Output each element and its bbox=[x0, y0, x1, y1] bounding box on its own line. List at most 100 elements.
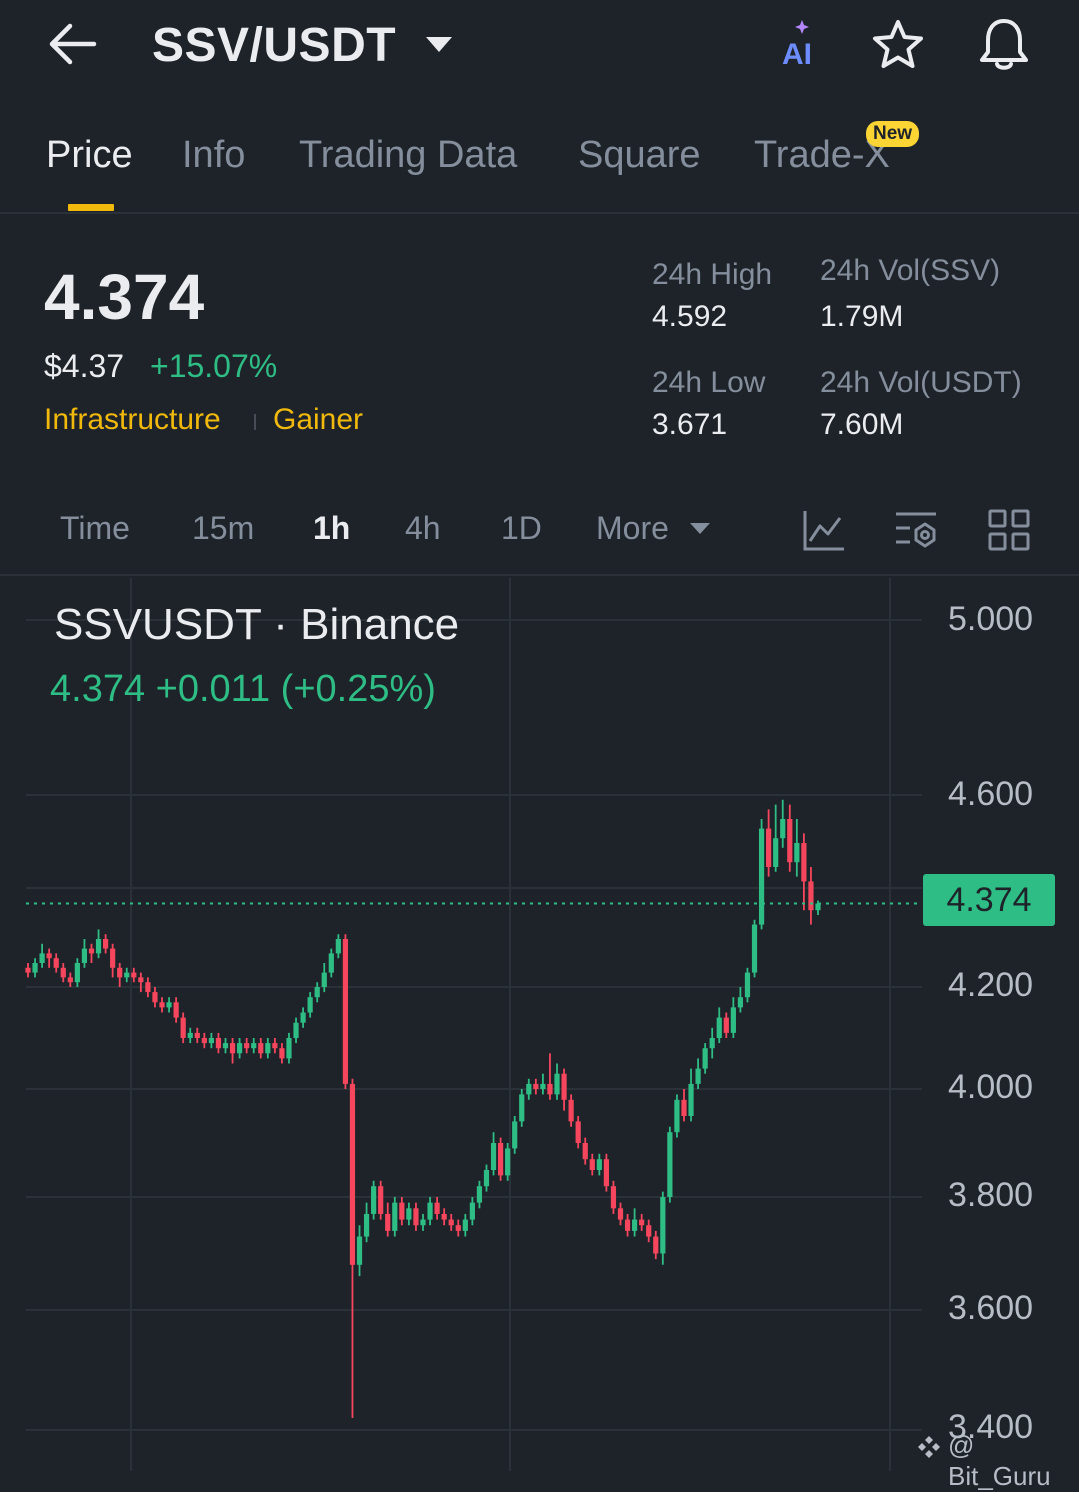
candle-body bbox=[279, 1048, 285, 1059]
candle bbox=[751, 919, 758, 978]
interval-15m[interactable]: 15m bbox=[192, 510, 254, 547]
candle-body bbox=[575, 1121, 581, 1143]
candle bbox=[406, 1202, 412, 1226]
interval-4h[interactable]: 4h bbox=[405, 510, 441, 547]
candle bbox=[265, 1038, 271, 1059]
chevron-down-icon[interactable] bbox=[690, 523, 710, 534]
y-tick-label: 4.600 bbox=[948, 775, 1034, 813]
tab-price[interactable]: Price bbox=[46, 134, 133, 177]
candle bbox=[723, 1012, 729, 1038]
stat-low-label: 24h Low bbox=[652, 366, 766, 399]
interval-1h[interactable]: 1h bbox=[313, 510, 350, 547]
binance-logo-icon bbox=[918, 1436, 940, 1458]
chart-settings-icon[interactable] bbox=[894, 508, 938, 552]
chevron-down-icon[interactable] bbox=[426, 37, 452, 52]
candle bbox=[497, 1137, 504, 1181]
candle-body bbox=[505, 1148, 511, 1176]
candle bbox=[392, 1197, 398, 1237]
candle bbox=[286, 1032, 292, 1064]
tag-infrastructure[interactable]: Infrastructure bbox=[44, 403, 221, 437]
candle-body bbox=[180, 1017, 186, 1038]
candle-body bbox=[737, 997, 744, 1008]
candle-body bbox=[95, 939, 102, 954]
candle bbox=[490, 1132, 497, 1176]
candle-body bbox=[476, 1186, 483, 1203]
candle bbox=[448, 1213, 454, 1231]
tab-trading-data[interactable]: Trading Data bbox=[299, 134, 517, 177]
candle bbox=[39, 943, 45, 968]
candle bbox=[74, 958, 80, 987]
back-arrow-icon[interactable] bbox=[48, 22, 98, 66]
candle bbox=[420, 1213, 426, 1231]
candle-body bbox=[490, 1143, 497, 1170]
candle-body bbox=[603, 1159, 609, 1187]
candle-body bbox=[497, 1143, 504, 1176]
layout-grid-icon[interactable] bbox=[987, 508, 1031, 552]
candle bbox=[385, 1202, 391, 1237]
candle bbox=[794, 819, 800, 877]
candle-body bbox=[794, 843, 800, 863]
candle bbox=[476, 1180, 483, 1209]
candle bbox=[568, 1094, 574, 1127]
candle bbox=[159, 997, 165, 1013]
interval-more[interactable]: More bbox=[596, 510, 669, 547]
candle bbox=[695, 1058, 701, 1089]
candle-body bbox=[138, 977, 144, 983]
candle-body bbox=[808, 881, 814, 911]
bell-icon[interactable] bbox=[976, 16, 1032, 74]
candle-body bbox=[653, 1236, 659, 1254]
candle-body bbox=[469, 1202, 475, 1220]
candle-body bbox=[624, 1219, 631, 1231]
candle-body bbox=[32, 963, 38, 973]
candle-body bbox=[39, 953, 45, 963]
candle-body bbox=[342, 939, 349, 1084]
candle-body bbox=[660, 1197, 666, 1254]
candle-body bbox=[145, 982, 151, 993]
candle-body bbox=[758, 828, 765, 925]
candle bbox=[441, 1208, 447, 1226]
candle-body bbox=[815, 903, 821, 911]
stat-vol-quote-value: 7.60M bbox=[820, 408, 904, 441]
candle bbox=[53, 953, 59, 973]
candle-body bbox=[582, 1143, 588, 1160]
candles bbox=[25, 799, 821, 1418]
candle-body bbox=[632, 1219, 638, 1231]
ai-icon[interactable]: AI bbox=[778, 16, 824, 70]
candle bbox=[356, 1225, 363, 1277]
candle-body bbox=[674, 1099, 680, 1133]
candle bbox=[780, 799, 786, 848]
stat-high-label: 24h High bbox=[652, 258, 773, 291]
tab-info[interactable]: Info bbox=[182, 134, 245, 177]
interval-time[interactable]: Time bbox=[60, 510, 130, 547]
tab-square[interactable]: Square bbox=[578, 134, 701, 177]
candle bbox=[222, 1038, 229, 1054]
candle-body bbox=[187, 1032, 193, 1038]
indicator-icon[interactable] bbox=[802, 508, 846, 552]
candle bbox=[378, 1180, 384, 1220]
candle-body bbox=[74, 963, 80, 983]
candle-body bbox=[378, 1186, 384, 1214]
candle bbox=[709, 1027, 715, 1059]
star-icon[interactable] bbox=[870, 18, 926, 72]
candle bbox=[187, 1027, 193, 1044]
candle-body bbox=[709, 1038, 715, 1049]
candle-body bbox=[166, 1002, 172, 1008]
pair-selector[interactable]: SSV/USDT bbox=[152, 18, 396, 73]
y-tick-label: 3.600 bbox=[948, 1289, 1034, 1327]
candle bbox=[67, 972, 73, 987]
interval-1d[interactable]: 1D bbox=[501, 510, 542, 547]
change-percent: +15.07% bbox=[150, 348, 278, 384]
candle bbox=[773, 804, 779, 872]
candle-body bbox=[667, 1132, 673, 1197]
candle bbox=[730, 997, 736, 1038]
candle bbox=[349, 1078, 356, 1418]
candle-body bbox=[744, 972, 751, 998]
candle-body bbox=[695, 1068, 701, 1084]
tag-gainer[interactable]: Gainer bbox=[273, 403, 363, 437]
new-badge: New bbox=[866, 121, 920, 147]
candle bbox=[95, 929, 102, 959]
candle bbox=[674, 1094, 680, 1138]
candle-body bbox=[363, 1213, 370, 1237]
candle-body bbox=[533, 1083, 539, 1089]
candle bbox=[582, 1137, 588, 1165]
